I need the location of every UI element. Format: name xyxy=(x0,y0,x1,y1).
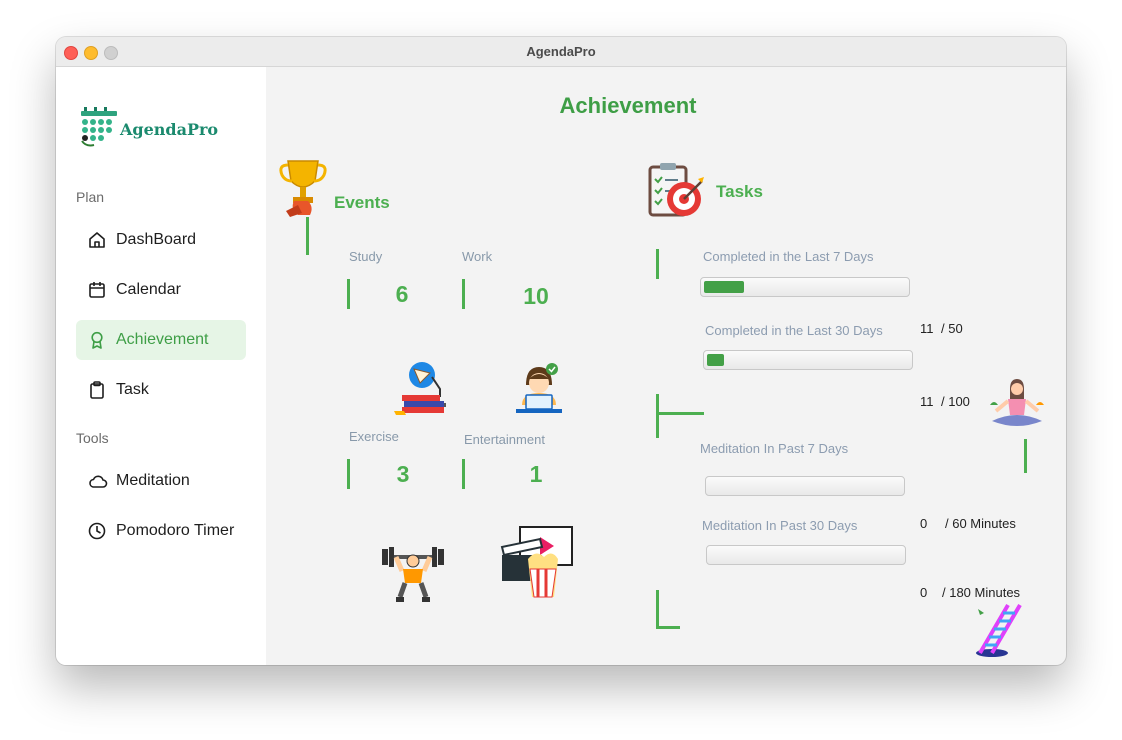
clipboard-icon xyxy=(90,381,104,399)
home-icon xyxy=(89,232,105,248)
nav-label: Achievement xyxy=(116,331,209,348)
sidebar: AgendaPro Plan DashBoard Calendar Achiev… xyxy=(56,67,266,665)
event-category-entertainment: Entertainment xyxy=(464,432,545,447)
trophy-icon xyxy=(279,160,327,217)
progress-total-30-days: / 100 xyxy=(941,394,970,409)
progress-label-meditation-7-days: Meditation In Past 7 Days xyxy=(700,441,849,456)
app-window: AgendaPro AgendaPro Plan DashBoard Calen… xyxy=(56,37,1066,665)
events-accent-bar xyxy=(306,217,309,255)
study-desk-icon xyxy=(394,362,446,415)
cloud-icon xyxy=(89,475,108,488)
clock-icon xyxy=(88,522,106,540)
section-plan: Plan xyxy=(76,189,105,205)
entertainment-count: 1 xyxy=(529,461,543,487)
laptop-worker-icon xyxy=(516,363,562,413)
ladder-icon xyxy=(976,603,1022,657)
section-tools: Tools xyxy=(76,430,109,446)
title-bar: AgendaPro xyxy=(56,37,1066,67)
entertainment-accent-bar xyxy=(462,459,465,489)
nav-label: Pomodoro Timer xyxy=(116,522,235,539)
progress-fill-7-days xyxy=(704,281,744,293)
agendapro-logo-icon xyxy=(81,107,117,147)
award-icon xyxy=(91,331,103,349)
nav-meditation[interactable]: Meditation xyxy=(76,461,246,501)
study-accent-bar xyxy=(347,279,350,309)
progress-bar-meditation-7-days xyxy=(705,476,905,496)
progress-total-meditation-7-days: / 60 Minutes xyxy=(945,516,1016,531)
nav-achievement[interactable]: Achievement xyxy=(76,320,246,360)
progress-fill-30-days xyxy=(707,354,724,366)
meditation-accent-bar-h xyxy=(656,412,704,415)
tasks-accent-bar xyxy=(656,249,659,279)
nav-label: Calendar xyxy=(116,281,181,298)
bottom-accent-bar-h xyxy=(656,626,680,629)
meditation-person-icon xyxy=(990,379,1044,426)
movie-popcorn-icon xyxy=(500,526,573,598)
meditation-side-bar xyxy=(1024,439,1027,473)
window-title: AgendaPro xyxy=(526,44,596,59)
progress-value-30-days: 11 xyxy=(920,394,934,409)
progress-total-7-days: / 50 xyxy=(941,321,963,336)
nav-calendar[interactable]: Calendar xyxy=(76,270,246,310)
nav-dashboard[interactable]: DashBoard xyxy=(76,220,246,260)
progress-value-meditation-30-days: 0 xyxy=(920,585,928,600)
calendar-icon xyxy=(89,282,105,298)
nav-pomodoro-timer[interactable]: Pomodoro Timer xyxy=(76,511,246,551)
progress-value-7-days: 11 xyxy=(920,321,934,336)
progress-label-7-days: Completed in the Last 7 Days xyxy=(703,249,874,264)
progress-bar-30-days xyxy=(703,350,913,370)
tasks-target-icon xyxy=(648,163,704,217)
study-count: 6 xyxy=(395,281,409,307)
work-accent-bar xyxy=(462,279,465,309)
tasks-heading: Tasks xyxy=(716,182,763,201)
events-heading: Events xyxy=(334,193,390,212)
progress-bar-7-days xyxy=(700,277,910,297)
event-category-work: Work xyxy=(462,249,493,264)
weightlifter-icon xyxy=(382,547,444,602)
meditation-accent-bar-v xyxy=(656,394,659,438)
progress-label-30-days: Completed in the Last 30 Days xyxy=(705,323,883,338)
page-title: Achievement xyxy=(559,93,697,118)
exercise-accent-bar xyxy=(347,459,350,489)
nav-label: Meditation xyxy=(116,472,190,489)
bottom-accent-bar-v xyxy=(656,590,659,628)
event-category-exercise: Exercise xyxy=(349,429,399,444)
nav-label: Task xyxy=(116,381,149,398)
main-content: Achievement Events Study Work 6 10 Exerc… xyxy=(266,67,1066,665)
progress-value-meditation-7-days: 0 xyxy=(920,516,928,531)
exercise-count: 3 xyxy=(396,461,410,487)
nav-label: DashBoard xyxy=(116,231,197,248)
work-count: 10 xyxy=(523,283,549,309)
nav-task[interactable]: Task xyxy=(76,370,246,410)
progress-bar-meditation-30-days xyxy=(706,545,906,565)
progress-total-meditation-30-days: / 180 Minutes xyxy=(942,585,1021,600)
event-category-study: Study xyxy=(349,249,383,264)
logo-text: AgendaPro xyxy=(120,120,219,139)
progress-label-meditation-30-days: Meditation In Past 30 Days xyxy=(702,518,858,533)
